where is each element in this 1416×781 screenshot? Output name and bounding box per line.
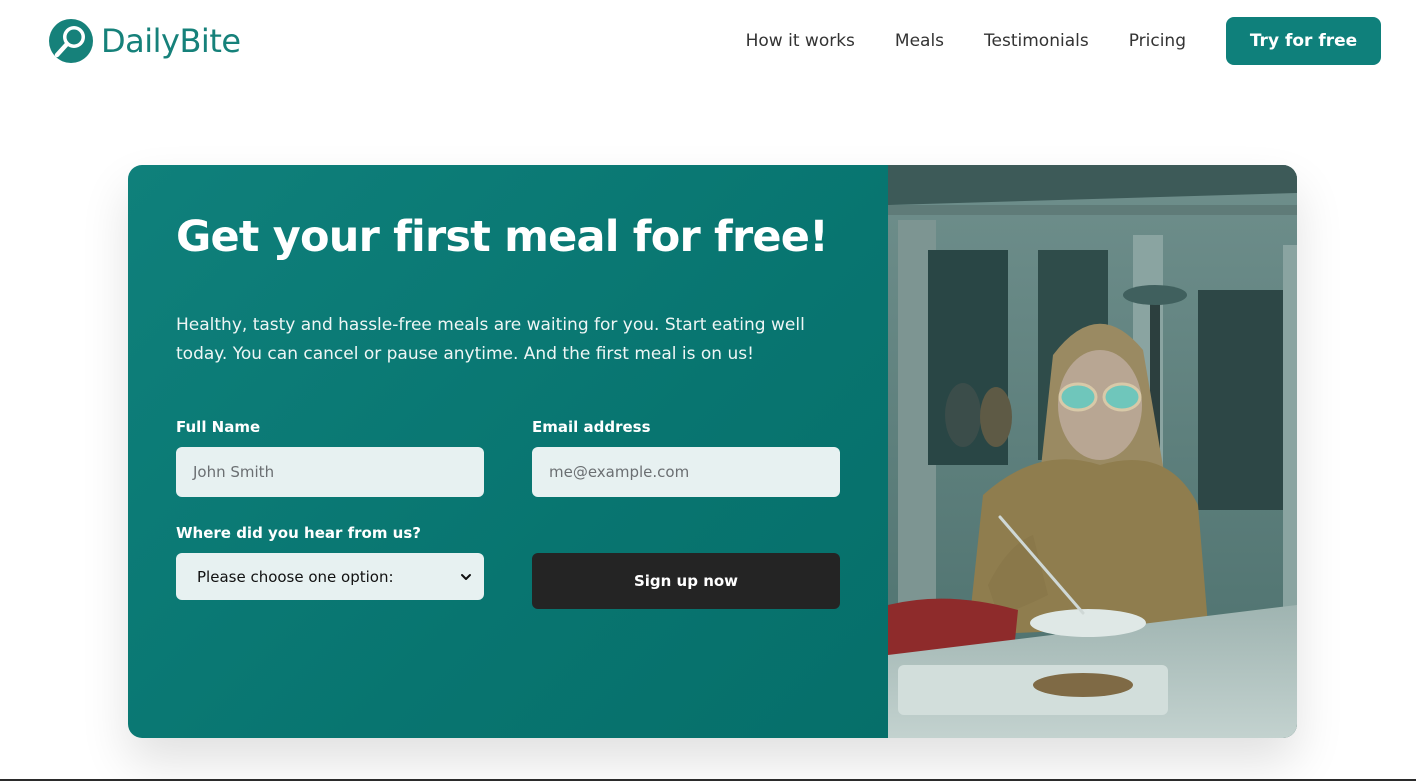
- chevron-down-icon: [461, 573, 471, 580]
- nav-link-meals[interactable]: Meals: [895, 31, 944, 51]
- source-field-group: Where did you hear from us? Please choos…: [176, 524, 484, 609]
- site-header: DailyBite How it works Meals Testimonial…: [0, 0, 1416, 82]
- email-input[interactable]: me@example.com: [532, 447, 840, 497]
- nav-link-how-it-works[interactable]: How it works: [746, 31, 855, 51]
- logo-text: DailyBite: [101, 22, 241, 60]
- cta-section: Get your first meal for free! Healthy, t…: [128, 165, 1297, 738]
- nav-link-pricing[interactable]: Pricing: [1129, 31, 1186, 51]
- email-field-group: Email address me@example.com: [532, 418, 840, 497]
- full-name-input[interactable]: John Smith: [176, 447, 484, 497]
- woman-eating-photo: [888, 165, 1297, 738]
- sign-up-button[interactable]: Sign up now: [532, 553, 840, 609]
- cta-image: [888, 165, 1297, 738]
- cta-text-panel: Get your first meal for free! Healthy, t…: [128, 165, 888, 738]
- submit-group: Sign up now: [532, 524, 840, 609]
- full-name-placeholder: John Smith: [193, 463, 275, 481]
- main-nav: How it works Meals Testimonials Pricing …: [746, 17, 1381, 65]
- source-label: Where did you hear from us?: [176, 524, 421, 542]
- full-name-label: Full Name: [176, 418, 261, 436]
- try-for-free-button[interactable]: Try for free: [1226, 17, 1381, 65]
- logo[interactable]: DailyBite: [47, 17, 241, 65]
- signup-form: Full Name John Smith Email address me@ex…: [176, 418, 840, 609]
- cta-description: Healthy, tasty and hassle-free meals are…: [176, 315, 805, 364]
- logo-icon: [49, 19, 93, 63]
- cta-title: Get your first meal for free!: [176, 212, 829, 262]
- name-field-group: Full Name John Smith: [176, 418, 484, 497]
- email-label: Email address: [532, 418, 651, 436]
- source-select[interactable]: Please choose one option:: [176, 553, 484, 600]
- email-placeholder: me@example.com: [549, 463, 690, 481]
- nav-link-testimonials[interactable]: Testimonials: [984, 31, 1089, 51]
- source-select-value: Please choose one option:: [197, 567, 394, 586]
